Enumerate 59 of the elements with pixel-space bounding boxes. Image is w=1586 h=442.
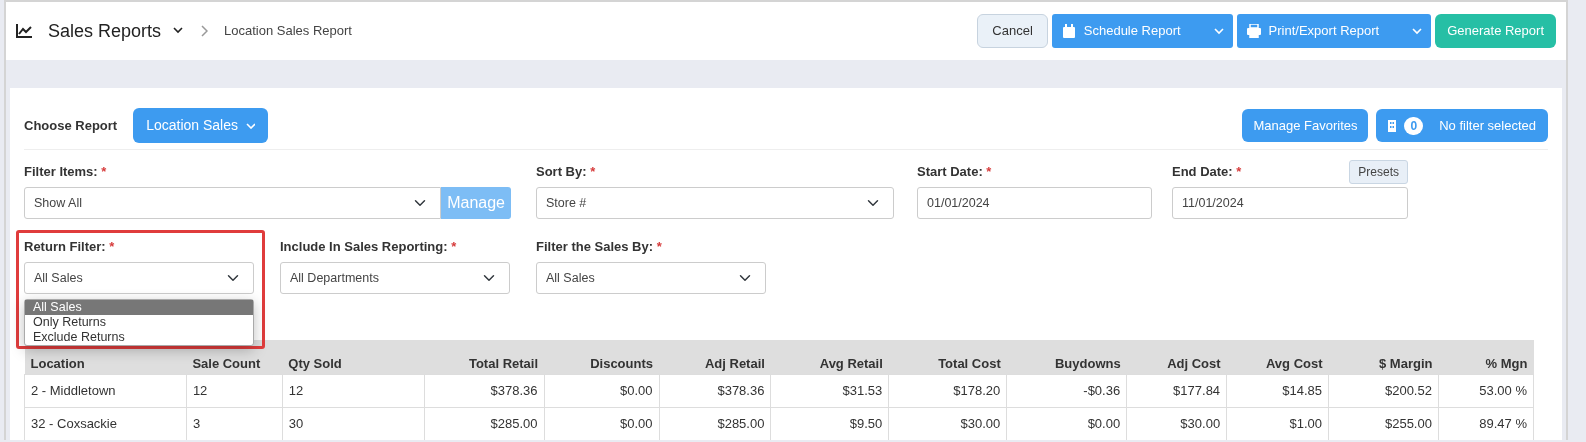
table-cell: 32 - Coxsackie (24, 407, 187, 440)
field-label: Start Date: * (917, 163, 992, 182)
field-label: Include In Sales Reporting: * (280, 238, 457, 257)
caret-icon (246, 122, 255, 129)
column-header: Avg Cost (1226, 340, 1329, 374)
building-icon (1388, 119, 1397, 132)
presets-button[interactable]: Presets (1349, 160, 1408, 184)
column-header: Adj Retail (659, 340, 771, 374)
select-field[interactable]: Show All (24, 187, 442, 219)
column-header: Qty Sold (282, 340, 425, 374)
table-cell: $200.52 (1328, 374, 1439, 407)
cancel-button[interactable]: Cancel (977, 14, 1048, 48)
table-cell: $178.20 (888, 374, 1007, 407)
column-header: Adj Cost (1126, 340, 1227, 374)
date-field[interactable]: 11/01/2024 (1172, 187, 1408, 219)
table-cell: $31.53 (770, 374, 889, 407)
column-header: $ Margin (1328, 340, 1439, 374)
field-label: Filter the Sales By: * (536, 238, 662, 257)
table-cell: $378.36 (424, 374, 545, 407)
field-label: Return Filter: * (24, 238, 115, 257)
column-header: Total Retail (424, 340, 545, 374)
line-chart-icon (16, 24, 32, 38)
table-cell: 53.00 % (1438, 374, 1534, 407)
column-header: Total Cost (888, 340, 1007, 374)
select-field[interactable]: Store # (536, 187, 894, 219)
caret-icon (1213, 27, 1224, 35)
table-cell: $177.84 (1126, 374, 1227, 407)
dropdown-option[interactable]: All Sales (25, 300, 253, 315)
calendar-icon (1061, 24, 1076, 38)
count-badge: 0 (1404, 116, 1424, 135)
field-label: Filter Items: * (24, 163, 107, 182)
table-cell: $0.00 (544, 374, 659, 407)
table-cell: 2 - Middletown (24, 374, 187, 407)
column-header: Discounts (544, 340, 659, 374)
caret-icon (1412, 27, 1423, 35)
field-label: Choose Report (24, 116, 118, 135)
select-field[interactable]: All Departments (280, 262, 510, 294)
dropdown-toggle[interactable] (1204, 14, 1233, 48)
chevron-right-icon (201, 25, 209, 37)
field-label: Sort By: * (536, 163, 596, 182)
column-header: Avg Retail (770, 340, 889, 374)
table-cell: $378.36 (659, 374, 771, 407)
select-field[interactable]: All Sales (24, 262, 254, 294)
dropdown-toggle[interactable] (1403, 14, 1432, 48)
dropdown-option[interactable]: Only Returns (25, 315, 253, 330)
table-cell: 12 (186, 374, 283, 407)
printer-icon (1246, 24, 1261, 38)
table-cell: 12 (282, 374, 425, 407)
column-header: Buydowns (1006, 340, 1127, 374)
column-header: % Mgn (1438, 340, 1534, 374)
breadcrumb-item[interactable]: Location Sales Report (224, 21, 352, 41)
select-field[interactable]: All Sales (536, 262, 766, 294)
page-title: Sales Reports (48, 19, 162, 43)
filter-label: No filter selected (1439, 116, 1536, 135)
field-label: End Date: * (1172, 163, 1242, 182)
table-cell: -$0.36 (1006, 374, 1127, 407)
date-field[interactable]: 01/01/2024 (917, 187, 1152, 219)
table-cell: $14.85 (1226, 374, 1329, 407)
chevron-down-icon (173, 27, 186, 35)
